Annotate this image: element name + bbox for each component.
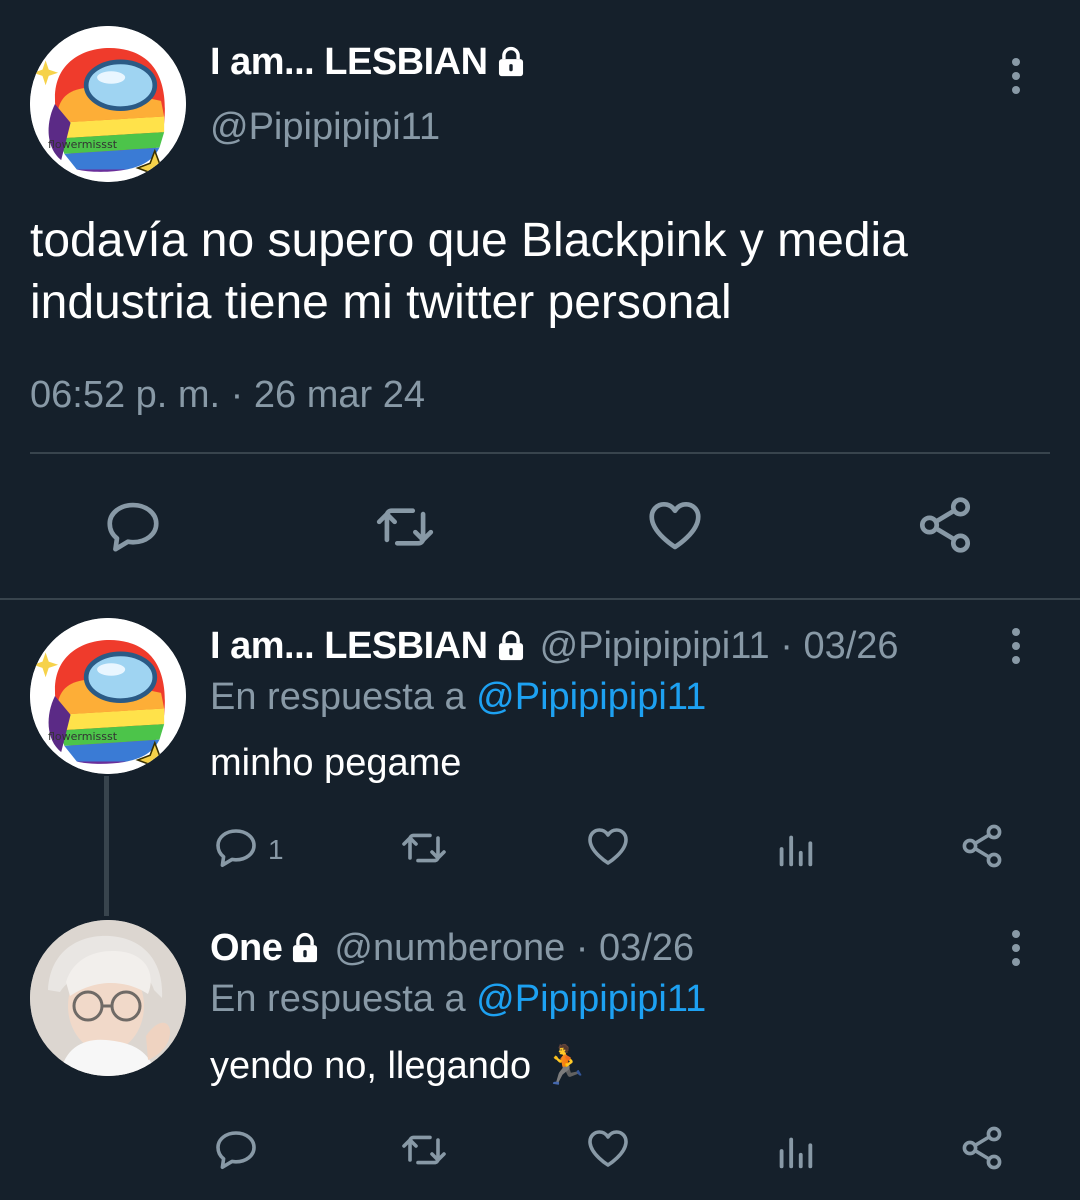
like-icon[interactable] <box>584 822 632 870</box>
reply-handle-date[interactable]: @numberone · 03/26 <box>334 927 694 970</box>
author-display-name[interactable]: I am... LESBIAN <box>210 41 488 84</box>
reply-display-name[interactable]: One <box>210 927 283 970</box>
like-icon[interactable] <box>644 494 706 556</box>
analytics-icon[interactable] <box>772 1128 818 1174</box>
reply-display-name[interactable]: I am... LESBIAN <box>210 625 488 668</box>
section-divider <box>0 598 1080 600</box>
avatar-watermark: flowermissst <box>48 730 118 743</box>
reply-header: I am... LESBIAN @Pipipipipi11 · 03/26 <box>210 622 899 670</box>
share-icon[interactable] <box>958 822 1006 870</box>
lock-icon <box>494 45 528 79</box>
lock-icon <box>494 629 528 663</box>
analytics-icon[interactable] <box>772 826 818 872</box>
retweet-icon[interactable] <box>372 496 438 558</box>
tweet-text-line: industria tiene mi twitter personal <box>30 276 732 329</box>
more-options-icon[interactable] <box>1012 930 1020 972</box>
avatar-photo <box>30 920 186 1076</box>
share-icon[interactable] <box>914 494 976 556</box>
like-icon[interactable] <box>584 1124 632 1172</box>
divider <box>30 452 1050 454</box>
retweet-icon[interactable] <box>398 824 450 872</box>
retweet-icon[interactable] <box>398 1126 450 1174</box>
reply-icon[interactable] <box>212 824 260 872</box>
reply-to-link[interactable]: @Pipipipipi11 <box>476 676 706 718</box>
reply-handle-date[interactable]: @Pipipipipi11 · 03/26 <box>540 625 899 668</box>
avatar[interactable]: flowermissst <box>30 26 186 182</box>
reply-prefix: En respuesta a <box>210 676 466 718</box>
reply-avatar[interactable]: flowermissst <box>30 618 186 774</box>
avatar-watermark: flowermissst <box>48 138 118 151</box>
avatar-image <box>30 26 186 182</box>
avatar-image <box>30 618 186 774</box>
more-options-icon[interactable] <box>1012 58 1020 100</box>
reply-icon[interactable] <box>212 1126 260 1174</box>
tweet-text-line: todavía no supero que Blackpink y media <box>30 214 908 267</box>
tweet-text: todavía no supero que Blackpink y media … <box>30 210 908 334</box>
reply-text: minho pegame <box>210 742 462 784</box>
author-name-row[interactable]: I am... LESBIAN <box>210 38 528 86</box>
reply-header: One @numberone · 03/26 <box>210 924 694 972</box>
reply-count: 1 <box>268 834 284 865</box>
tweet-timestamp[interactable]: 06:52 p. m. · 26 mar 24 <box>30 374 425 417</box>
reply-avatar-photo[interactable] <box>30 920 186 1076</box>
reply-prefix: En respuesta a <box>210 978 466 1020</box>
more-options-icon[interactable] <box>1012 628 1020 670</box>
reply-context: En respuesta a @Pipipipipi11 <box>210 978 706 1021</box>
lock-icon <box>288 931 322 965</box>
reply-to-link[interactable]: @Pipipipipi11 <box>476 978 706 1020</box>
reply-context: En respuesta a @Pipipipipi11 <box>210 676 706 719</box>
thread-line <box>104 776 109 916</box>
share-icon[interactable] <box>958 1124 1006 1172</box>
reply-icon[interactable] <box>102 496 164 558</box>
reply-text: yendo no, llegando 🏃 <box>210 1045 590 1087</box>
author-handle[interactable]: @Pipipipipi11 <box>210 106 440 149</box>
